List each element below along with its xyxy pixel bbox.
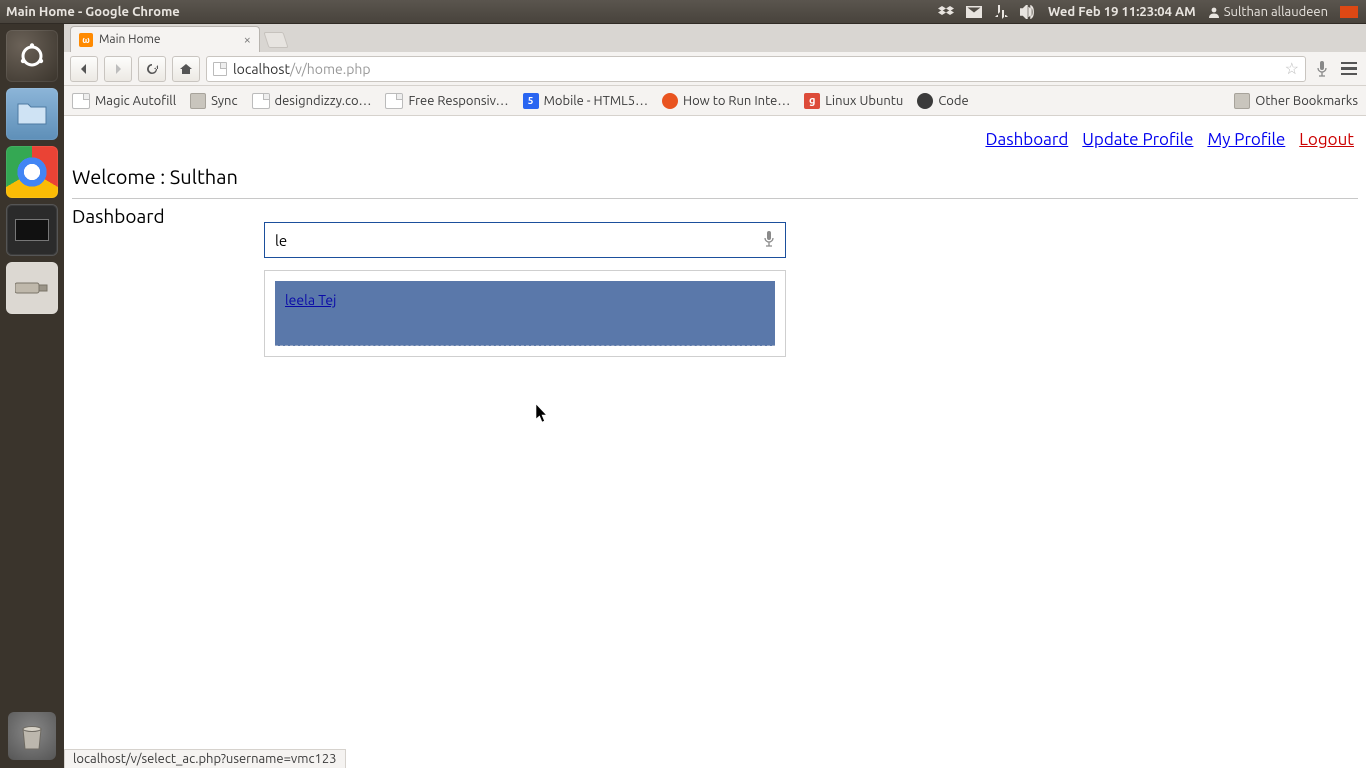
bookmark-star-icon[interactable]: ☆ [1285, 59, 1299, 78]
forward-button[interactable] [104, 56, 132, 82]
url-text: localhost/v/home.php [233, 61, 1279, 77]
autocomplete-dropdown: leela Tej [264, 270, 786, 357]
chrome-menu-button[interactable] [1338, 62, 1360, 76]
page-icon [213, 62, 227, 76]
launcher-dash[interactable] [6, 30, 58, 82]
page-content: Dashboard Update Profile My Profile Logo… [64, 116, 1366, 768]
launcher-workspace[interactable] [6, 204, 58, 256]
clock[interactable]: Wed Feb 19 11:23:04 AM [1048, 5, 1196, 19]
ubuntu-icon [662, 93, 678, 109]
bookmark-item[interactable]: Free Responsiv… [385, 93, 508, 109]
divider [72, 198, 1358, 199]
arrow-left-icon [77, 62, 91, 76]
browser-tab[interactable]: ω Main Home × [70, 26, 260, 52]
welcome-text: Welcome : Sulthan [72, 161, 1358, 198]
home-button[interactable] [172, 56, 200, 82]
status-bar: localhost/v/select_ac.php?username=vmc12… [64, 749, 346, 768]
network-icon[interactable] [994, 5, 1008, 19]
bookmark-item[interactable]: Magic Autofill [72, 93, 176, 109]
search-widget: leela Tej [264, 222, 786, 357]
search-input[interactable] [275, 232, 755, 249]
trash-icon [19, 721, 45, 751]
voice-search-button[interactable] [1312, 60, 1332, 78]
bookmarks-bar: Magic Autofill Sync designdizzy.co… Free… [64, 86, 1366, 116]
bookmark-item[interactable]: How to Run Inte… [662, 93, 790, 109]
usb-icon [15, 279, 49, 297]
autocomplete-item[interactable]: leela Tej [275, 281, 775, 346]
dropbox-icon[interactable] [938, 4, 954, 20]
system-indicators: Wed Feb 19 11:23:04 AM Sulthan allaudeen [938, 4, 1366, 20]
home-icon [179, 62, 193, 76]
launcher-chrome[interactable] [6, 146, 58, 198]
search-box[interactable] [264, 222, 786, 258]
reload-icon [145, 62, 159, 76]
launcher-usb[interactable] [6, 262, 58, 314]
chrome-window: ω Main Home × localhost/v/home.php ☆ [64, 24, 1366, 768]
nav-logout[interactable]: Logout [1299, 130, 1354, 149]
ubuntu-launcher [0, 24, 64, 768]
page-icon [72, 93, 90, 109]
page-icon [385, 93, 403, 109]
bookmark-item[interactable]: Code [917, 93, 968, 109]
volume-icon[interactable] [1020, 5, 1036, 19]
system-menubar: Main Home - Google Chrome Wed Feb 19 11:… [0, 0, 1366, 24]
bookmark-item[interactable]: Sync [190, 93, 237, 109]
top-nav: Dashboard Update Profile My Profile Logo… [72, 124, 1358, 161]
bookmark-item[interactable]: designdizzy.co… [252, 93, 372, 109]
user-icon [1208, 6, 1220, 18]
html5-icon: 5 [523, 93, 539, 109]
user-name: Sulthan allaudeen [1224, 5, 1328, 19]
ubuntu-logo-icon [18, 42, 46, 70]
tab-close-icon[interactable]: × [244, 33, 251, 47]
microphone-icon [763, 230, 775, 248]
bookmark-item[interactable]: 5Mobile - HTML5… [523, 93, 648, 109]
mail-icon[interactable] [966, 6, 982, 18]
folder-icon [190, 93, 206, 109]
xampp-favicon-icon: ω [79, 33, 93, 47]
launcher-trash[interactable] [8, 712, 56, 760]
nav-dashboard[interactable]: Dashboard [985, 130, 1068, 149]
reload-button[interactable] [138, 56, 166, 82]
tab-strip: ω Main Home × [64, 24, 1366, 52]
search-mic-button[interactable] [763, 230, 775, 251]
new-tab-button[interactable] [263, 32, 288, 48]
app-icon [917, 93, 933, 109]
other-bookmarks[interactable]: Other Bookmarks [1234, 93, 1358, 109]
page-icon [252, 93, 270, 109]
browser-toolbar: localhost/v/home.php ☆ [64, 52, 1366, 86]
folder-icon [1234, 93, 1250, 109]
nav-my-profile[interactable]: My Profile [1207, 130, 1285, 149]
microphone-icon [1316, 60, 1328, 78]
address-bar[interactable]: localhost/v/home.php ☆ [206, 56, 1306, 82]
back-button[interactable] [70, 56, 98, 82]
autocomplete-link[interactable]: leela Tej [285, 292, 336, 308]
active-window-title: Main Home - Google Chrome [6, 5, 180, 19]
folder-icon [16, 100, 48, 128]
gplus-icon: g [804, 93, 820, 109]
shutdown-icon[interactable] [1340, 6, 1358, 18]
user-menu[interactable]: Sulthan allaudeen [1208, 5, 1328, 19]
arrow-right-icon [111, 62, 125, 76]
launcher-files[interactable] [6, 88, 58, 140]
tab-title: Main Home [99, 33, 160, 46]
nav-update-profile[interactable]: Update Profile [1082, 130, 1193, 149]
bookmark-item[interactable]: gLinux Ubuntu [804, 93, 903, 109]
cursor-icon [536, 404, 550, 424]
